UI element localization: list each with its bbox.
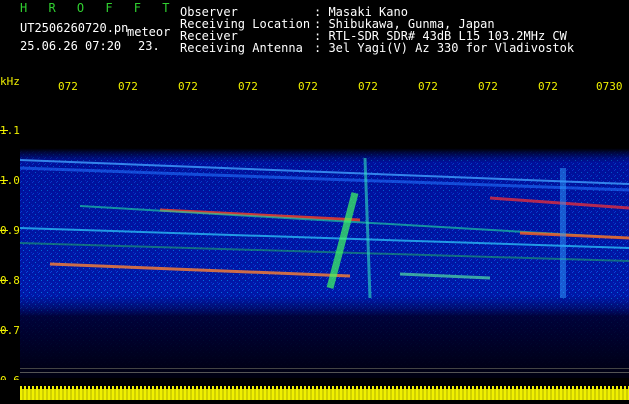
time-label: 072 bbox=[358, 80, 378, 93]
freq-tick bbox=[0, 130, 8, 131]
datetime: 25.06.26 07:20 bbox=[20, 39, 122, 53]
time-label: 072 bbox=[298, 80, 318, 93]
spectrogram-image bbox=[20, 98, 629, 378]
freq-unit-label: kHz bbox=[0, 75, 20, 88]
level-bars bbox=[20, 380, 629, 400]
freq-tick bbox=[0, 230, 8, 231]
time-label: 0730 bbox=[596, 80, 623, 93]
time-label: 072 bbox=[178, 80, 198, 93]
detect-count: 23. bbox=[138, 39, 160, 53]
category-label: meteor bbox=[127, 25, 171, 39]
freq-tick bbox=[0, 330, 8, 331]
file-name: UT2506260720.pn bbox=[20, 21, 129, 35]
spectrogram bbox=[20, 98, 629, 378]
app-title: H R O F F T bbox=[20, 1, 177, 15]
time-label: 072 bbox=[418, 80, 438, 93]
time-label: 072 bbox=[58, 80, 78, 93]
time-label: 072 bbox=[238, 80, 258, 93]
signal-separator bbox=[20, 368, 629, 369]
time-label: 072 bbox=[538, 80, 558, 93]
antenna-label: Receiving Antenna bbox=[180, 41, 303, 55]
signal-separator bbox=[20, 372, 629, 373]
antenna-value: : 3el Yagi(V) Az 330 for Vladivostok bbox=[314, 41, 575, 55]
signal-level-meter bbox=[0, 380, 629, 400]
time-label: 072 bbox=[478, 80, 498, 93]
freq-tick bbox=[0, 280, 8, 281]
freq-tick bbox=[0, 180, 8, 181]
time-label: 072 bbox=[118, 80, 138, 93]
